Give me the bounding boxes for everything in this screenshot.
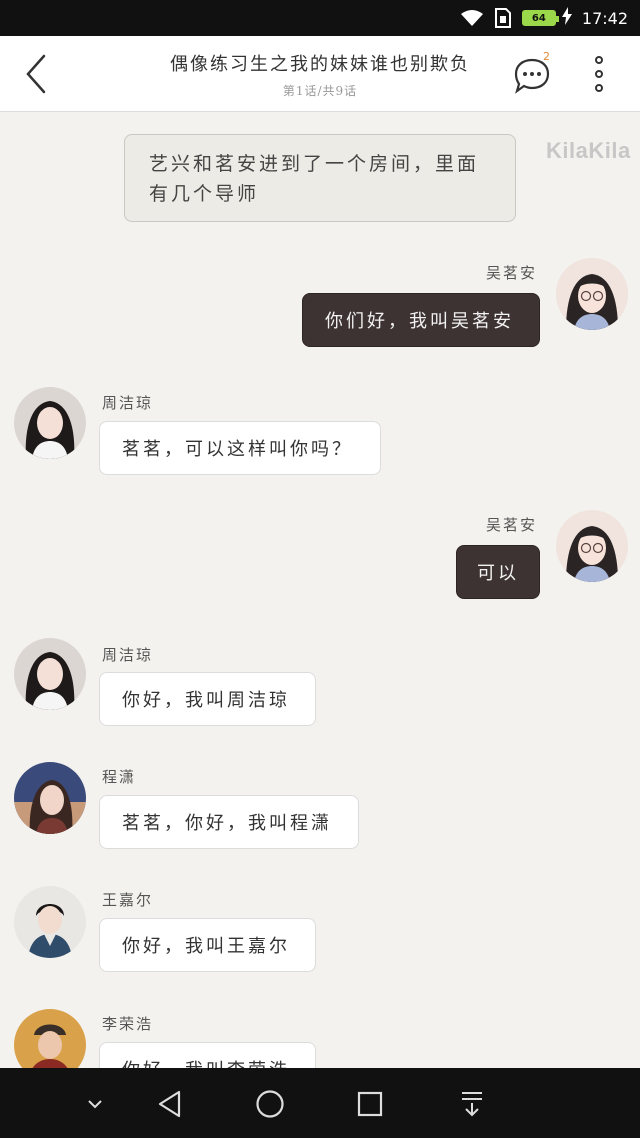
comment-count-badge: 2 [543, 50, 550, 63]
avatar[interactable] [14, 762, 86, 834]
message-bubble[interactable]: 茗茗，你好，我叫程潇 [99, 795, 359, 849]
home-circle-icon [256, 1090, 284, 1118]
title-block: 偶像练习生之我的妹妹谁也别欺负 第1话/共9话 [130, 50, 510, 99]
back-triangle-icon [158, 1090, 181, 1118]
wifi-icon [460, 9, 484, 27]
more-options-button[interactable] [584, 52, 614, 96]
message-sender-name: 周洁琼 [102, 646, 154, 664]
sim-icon [494, 8, 512, 28]
message-bubble[interactable]: 你好，我叫周洁琼 [99, 672, 316, 726]
avatar-boy-icon [14, 886, 86, 958]
more-vertical-icon [595, 56, 603, 64]
battery-level: 64 [531, 12, 546, 24]
hide-nav-button[interactable] [80, 1086, 110, 1122]
avatar-girl-stage-icon [14, 762, 86, 834]
message-sender-name: 程潇 [102, 768, 137, 786]
message-sender-name: 吴茗安 [486, 264, 538, 282]
message-bubble[interactable]: 可以 [456, 545, 540, 599]
system-navigation-bar [0, 1068, 640, 1138]
back-nav-button[interactable] [150, 1086, 190, 1122]
notification-pull-button[interactable] [452, 1086, 492, 1122]
message-sender-name: 王嘉尔 [102, 891, 154, 909]
message-bubble[interactable]: 你好，我叫李荣浩 [99, 1042, 316, 1068]
charging-icon [561, 7, 572, 29]
avatar-girl-glasses-icon [556, 258, 628, 330]
status-time: 17:42 [581, 8, 628, 28]
comments-button[interactable]: 2 [508, 50, 556, 98]
story-title: 偶像练习生之我的妹妹谁也别欺负 [170, 54, 470, 75]
chevron-down-icon [88, 1100, 102, 1109]
recents-square-icon [357, 1091, 383, 1117]
message-sender-name: 吴茗安 [486, 516, 538, 534]
status-bar: 64 17:42 [0, 0, 640, 36]
avatar-man-cap-icon [14, 1009, 86, 1068]
message-bubble[interactable]: 茗茗，可以这样叫你吗？ [99, 421, 381, 475]
narration-box: 艺兴和茗安进到了一个房间，里面有几个导师 [124, 134, 516, 222]
message-bubble[interactable]: 你们好，我叫吴茗安 [302, 293, 540, 347]
avatar[interactable] [14, 638, 86, 710]
avatar-girl-icon [14, 638, 86, 710]
message-sender-name: 李荣浩 [102, 1015, 154, 1033]
back-arrow-icon [26, 54, 46, 94]
avatar[interactable] [14, 387, 86, 459]
back-button[interactable] [18, 52, 54, 96]
message-sender-name: 周洁琼 [102, 394, 154, 412]
avatar-girl-icon [14, 387, 86, 459]
battery-icon: 64 [521, 10, 559, 26]
reader-header: 偶像练习生之我的妹妹谁也别欺负 第1话/共9话 2 [0, 36, 640, 112]
avatar[interactable] [14, 1009, 86, 1068]
message-bubble[interactable]: 你好，我叫王嘉尔 [99, 918, 316, 972]
chapter-indicator: 第1话/共9话 [282, 84, 358, 98]
watermark: KilaKila [546, 138, 631, 163]
recents-nav-button[interactable] [350, 1086, 390, 1122]
avatar-girl-glasses-icon [556, 510, 628, 582]
avatar[interactable] [14, 886, 86, 958]
pull-down-icon [462, 1092, 482, 1117]
chat-area[interactable]: KilaKila 艺兴和茗安进到了一个房间，里面有几个导师 吴茗安 你们好，我叫… [0, 112, 640, 1068]
home-nav-button[interactable] [250, 1086, 290, 1122]
avatar[interactable] [556, 510, 628, 582]
avatar[interactable] [556, 258, 628, 330]
